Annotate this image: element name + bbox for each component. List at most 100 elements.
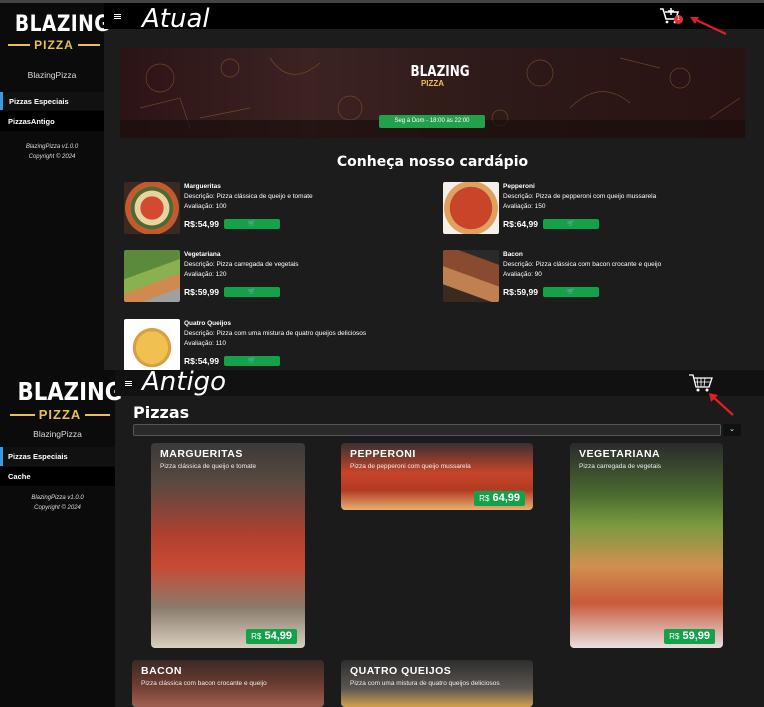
logo-sub-text: PIZZA bbox=[38, 407, 82, 422]
pizza-card[interactable]: VEGETARIANA Pizza carregada de vegetais … bbox=[570, 443, 723, 648]
filter-select[interactable] bbox=[133, 424, 721, 436]
card-title: PEPPERONI bbox=[350, 448, 416, 460]
page-title: Pizzas bbox=[133, 403, 190, 422]
add-to-cart-button[interactable]: 🛒 bbox=[543, 287, 599, 297]
card-title: VEGETARIANA bbox=[579, 448, 661, 460]
sidebar-item-pizzas-especiais[interactable]: Pizzas Especiais bbox=[0, 92, 104, 110]
add-to-cart-icon: 🛒 bbox=[248, 221, 256, 227]
chevron-down-icon[interactable]: ⌄ bbox=[723, 424, 741, 436]
pizza-description: Descrição: Pizza com uma mistura de quat… bbox=[184, 330, 367, 337]
brand-logo[interactable]: BLAZING PIZZA bbox=[8, 13, 110, 65]
price-value: 54,99 bbox=[264, 630, 292, 642]
brand-logo[interactable]: BLAZING PIZZA bbox=[10, 377, 123, 422]
pizza-card[interactable]: PEPPERONI Pizza de pepperoni com queijo … bbox=[341, 443, 533, 510]
opening-hours-badge: Seg à Dom - 18:00 às 22:00 bbox=[379, 115, 485, 128]
pizza-image bbox=[124, 319, 180, 371]
pizza-name: Quatro Queijos bbox=[184, 320, 231, 327]
pizza-rating: Avaliação: 100 bbox=[184, 203, 227, 210]
copyright-text: Copyright © 2024 bbox=[34, 505, 81, 511]
banner-logo-word: BLAZING bbox=[410, 62, 470, 80]
pizza-card[interactable]: QUATRO QUEIJOS Pizza com uma mistura de … bbox=[341, 660, 533, 707]
add-to-cart-button[interactable]: 🛒 bbox=[224, 219, 280, 229]
add-to-cart-icon: 🛒 bbox=[567, 289, 575, 295]
card-title: QUATRO QUEIJOS bbox=[350, 665, 452, 677]
logo-sub: PIZZA bbox=[8, 38, 100, 52]
menu-heading: Conheça nosso cardápio bbox=[336, 154, 529, 170]
pizza-name: Bacon bbox=[503, 251, 523, 258]
pizza-item: Pepperoni Descrição: Pizza de pepperoni … bbox=[443, 182, 743, 236]
pizza-image bbox=[443, 182, 499, 234]
pizza-item: Quatro Queijos Descrição: Pizza com uma … bbox=[124, 319, 424, 373]
logo-word: BLAZING bbox=[17, 377, 123, 406]
add-to-cart-icon: 🛒 bbox=[248, 289, 256, 295]
version-info: BlazingPizza v1.0.0 Copyright © 2024 bbox=[0, 493, 115, 513]
red-arrow-annotation bbox=[709, 393, 734, 416]
pizza-image bbox=[124, 250, 180, 302]
sidebar-item-cache[interactable]: Cache bbox=[0, 467, 115, 486]
app-name: BlazingPizza bbox=[33, 429, 82, 439]
pizza-item: Margueritas Descrição: Pizza clássica de… bbox=[124, 182, 424, 236]
add-to-cart-button[interactable]: 🛒 bbox=[543, 219, 599, 229]
pizza-rating: Avaliação: 150 bbox=[503, 203, 546, 210]
version-text: BlazingPizza v1.0.0 bbox=[25, 144, 79, 150]
pizza-description: Descrição: Pizza carregada de vegetais bbox=[184, 261, 299, 268]
copyright-text: Copyright © 2024 bbox=[28, 154, 76, 160]
pizza-description: Descrição: Pizza de pepperoni com queijo… bbox=[503, 193, 657, 200]
sidebar-item-pizzas-antigo[interactable]: PizzasAntigo bbox=[0, 111, 104, 131]
pizza-name: Margueritas bbox=[184, 183, 221, 190]
banner-logo: BLAZING PIZZA bbox=[405, 62, 470, 88]
version-info: BlazingPizza v1.0.0 Copyright © 2024 bbox=[0, 142, 104, 162]
pizza-card[interactable]: MARGUERITAS Pizza clássica de queijo e t… bbox=[151, 443, 305, 648]
old-version-panel: BLAZING PIZZA BlazingPizza Pizzas Especi… bbox=[0, 367, 764, 707]
add-to-cart-icon: 🛒 bbox=[248, 358, 256, 364]
version-text: BlazingPizza v1.0.0 bbox=[31, 495, 84, 501]
pizza-price: R$:59,99 bbox=[503, 287, 538, 297]
currency: R$ bbox=[669, 632, 680, 641]
card-title: MARGUERITAS bbox=[160, 448, 243, 460]
card-title: BACON bbox=[141, 665, 182, 677]
logo-sub-text: PIZZA bbox=[34, 38, 74, 52]
cart-count-badge: 1 bbox=[674, 15, 683, 24]
card-description: Pizza clássica com bacon crocante e quei… bbox=[141, 680, 267, 687]
current-version-panel: BLAZING PIZZA BlazingPizza Pizzas Especi… bbox=[0, 0, 764, 373]
price-value: 64,99 bbox=[492, 492, 520, 504]
card-description: Pizza com uma mistura de quatro queijos … bbox=[350, 680, 500, 687]
card-price: R$ 59,99 bbox=[664, 629, 715, 644]
app-name: BlazingPizza bbox=[27, 70, 77, 80]
pizza-item: Vegetariana Descrição: Pizza carregada d… bbox=[124, 250, 424, 304]
logo-sub: PIZZA bbox=[10, 407, 110, 422]
pizza-description: Descrição: Pizza clássica com bacon croc… bbox=[503, 261, 662, 268]
pizza-rating: Avaliação: 120 bbox=[184, 271, 227, 278]
price-value: 59,99 bbox=[682, 630, 710, 642]
pizza-item: Bacon Descrição: Pizza clássica com baco… bbox=[443, 250, 743, 304]
card-description: Pizza carregada de vegetais bbox=[579, 463, 662, 470]
overlay-label-atual: Atual bbox=[142, 4, 210, 34]
pizza-card[interactable]: BACON Pizza clássica com bacon crocante … bbox=[132, 660, 324, 707]
add-to-cart-button[interactable]: 🛒 bbox=[224, 356, 280, 366]
menu-toggle-icon[interactable] bbox=[125, 381, 132, 387]
add-to-cart-icon: 🛒 bbox=[567, 221, 575, 227]
sidebar: BLAZING PIZZA BlazingPizza Pizzas Especi… bbox=[0, 3, 110, 370]
pizza-rating: Avaliação: 110 bbox=[184, 340, 227, 347]
overlay-label-antigo: Antigo bbox=[142, 367, 227, 397]
pizza-image bbox=[443, 250, 499, 302]
currency: R$ bbox=[251, 632, 262, 641]
pizza-price: R$:59,99 bbox=[184, 287, 219, 297]
pizza-price: R$:64,99 bbox=[503, 219, 538, 229]
banner-logo-sub: PIZZA bbox=[420, 79, 445, 88]
pizza-price: R$:54,99 bbox=[184, 219, 219, 229]
card-price: R$ 54,99 bbox=[246, 629, 297, 644]
pizza-rating: Avaliação: 90 bbox=[503, 271, 542, 278]
card-description: Pizza de pepperoni com queijo mussarela bbox=[350, 463, 471, 470]
card-description: Pizza clássica de queijo e tomate bbox=[160, 463, 257, 470]
pizza-description: Descrição: Pizza clássica de queijo e to… bbox=[184, 193, 313, 200]
pizza-name: Vegetariana bbox=[184, 251, 221, 258]
red-arrow-annotation bbox=[690, 17, 727, 35]
screenshot: BLAZING PIZZA BlazingPizza Pizzas Especi… bbox=[0, 0, 764, 707]
pizza-image bbox=[124, 182, 180, 234]
menu-toggle-icon[interactable] bbox=[114, 14, 121, 20]
sidebar-item-pizzas-especiais[interactable]: Pizzas Especiais bbox=[0, 447, 115, 466]
add-to-cart-button[interactable]: 🛒 bbox=[224, 287, 280, 297]
card-price: R$ 64,99 bbox=[474, 491, 525, 506]
pizza-name: Pepperoni bbox=[503, 183, 535, 190]
